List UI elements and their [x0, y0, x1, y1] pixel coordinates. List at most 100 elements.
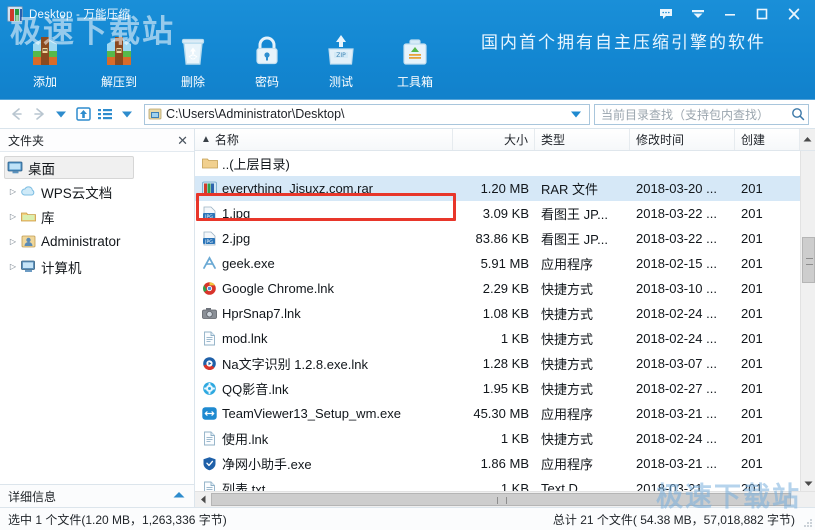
- trash-icon: [174, 30, 212, 72]
- horizontal-scrollbar[interactable]: [195, 491, 815, 507]
- view-dropdown-icon[interactable]: [116, 103, 138, 125]
- file-name-text: HprSnap7.lnk: [222, 306, 301, 321]
- search-box[interactable]: 当前目录查找（支持包内查找）: [594, 103, 809, 125]
- cell-name: 净网小助手.exe: [195, 454, 453, 473]
- file-name-text: ..(上层目录): [222, 157, 290, 172]
- column-header-name[interactable]: ▲ 名称: [195, 129, 453, 150]
- sidebar-item-library[interactable]: ▷ 库: [0, 204, 194, 229]
- resize-grip[interactable]: [803, 518, 813, 528]
- cell-size: 1.28 KB: [482, 356, 529, 371]
- chevron-right-icon[interactable]: ▷: [6, 187, 20, 196]
- arrow-right-icon[interactable]: [28, 103, 50, 125]
- column-header-type[interactable]: 类型: [535, 129, 630, 150]
- toolbar-button-password[interactable]: 密码: [230, 28, 304, 94]
- list-view-icon[interactable]: [94, 103, 116, 125]
- cell-name: Google Chrome.lnk: [195, 281, 453, 297]
- toolbar-button-extract[interactable]: 解压到: [82, 28, 156, 94]
- table-row[interactable]: HprSnap7.lnk 1.08 KB 快捷方式 2018-02-24 ... 201: [195, 301, 800, 326]
- table-row[interactable]: ..(上层目录): [195, 151, 800, 176]
- dropdown-icon[interactable]: [683, 2, 713, 26]
- user-icon: [20, 234, 37, 250]
- column-header-size[interactable]: 大小: [453, 129, 535, 150]
- scrollbar-track[interactable]: [800, 151, 815, 475]
- sidebar-item-desktop[interactable]: 桌面: [4, 156, 134, 179]
- chevron-right-icon[interactable]: ▷: [6, 237, 20, 246]
- address-dropdown-icon[interactable]: [566, 109, 586, 119]
- toolbar-button-test[interactable]: ZIP 测试: [304, 28, 378, 94]
- cell-size: 1.86 MB: [480, 456, 529, 471]
- table-row[interactable]: JPG 1.jpg 3.09 KB 看图王 JP... 2018-03-22 ... 20…: [195, 201, 800, 226]
- svg-text:JPG: JPG: [204, 213, 213, 219]
- details-panel-header[interactable]: 详细信息: [0, 484, 194, 507]
- rar-extract-icon: [99, 30, 139, 72]
- table-row[interactable]: 净网小助手.exe 1.86 MB 应用程序 2018-03-21 ... 201: [195, 451, 800, 476]
- column-header-modified[interactable]: 修改时间: [630, 129, 735, 150]
- scroll-up-icon[interactable]: [800, 129, 815, 150]
- chevron-up-icon[interactable]: [172, 487, 186, 505]
- search-icon[interactable]: [791, 107, 805, 121]
- maximize-icon[interactable]: [747, 2, 777, 26]
- toolbar-button-toolbox[interactable]: 工具箱: [378, 28, 452, 94]
- scroll-down-icon[interactable]: [800, 475, 815, 491]
- scroll-left-icon[interactable]: [195, 492, 211, 508]
- sidebar-item-administrator[interactable]: ▷ Administrator: [0, 229, 194, 254]
- table-row[interactable]: 列表.txt 1 KB Text D... 2018-03-21 ... 201: [195, 476, 800, 491]
- file-rows[interactable]: ..(上层目录) everything_Jisuxz.com.rar 1.20 MB…: [195, 151, 800, 491]
- window-title: Desktop - 万能压缩: [29, 9, 131, 21]
- scrollbar-thumb[interactable]: [801, 237, 815, 283]
- cell-created: 201: [741, 481, 763, 491]
- lock-icon: [248, 30, 286, 72]
- sidebar-item-label: 库: [41, 210, 55, 226]
- table-row[interactable]: Google Chrome.lnk 2.29 KB 快捷方式 2018-03-10 .…: [195, 276, 800, 301]
- table-row[interactable]: everything_Jisuxz.com.rar 1.20 MB RAR 文件 20…: [195, 176, 800, 201]
- cell-name: everything_Jisuxz.com.rar: [195, 181, 453, 197]
- address-bar[interactable]: C:\Users\Administrator\Desktop\: [144, 103, 590, 125]
- folder-tree: 桌面 ▷ WPS云文档 ▷ 库 ▷ Administrator ▷ 计算机: [0, 152, 194, 484]
- close-icon[interactable]: [779, 2, 809, 26]
- sidebar-close-icon[interactable]: ✕: [177, 134, 188, 147]
- cell-type: RAR 文件: [541, 182, 599, 197]
- chevron-right-icon[interactable]: ▷: [6, 212, 20, 221]
- toolbar-button-delete[interactable]: 删除: [156, 28, 230, 94]
- cell-created: 201: [741, 331, 763, 346]
- hscroll-track[interactable]: [211, 492, 815, 508]
- cell-size: 3.09 KB: [482, 206, 529, 221]
- cell-size: 1.20 MB: [480, 181, 529, 196]
- chevron-right-icon[interactable]: ▷: [6, 262, 20, 271]
- chevron-down-icon[interactable]: [50, 103, 72, 125]
- minimize-icon[interactable]: [715, 2, 745, 26]
- hscroll-thumb[interactable]: [211, 492, 791, 506]
- sidebar-item-label: Administrator: [41, 234, 121, 249]
- zip-test-icon: ZIP: [322, 30, 360, 72]
- cell-size: 1.08 KB: [482, 306, 529, 321]
- toolbar-label: 密码: [254, 75, 279, 89]
- table-row[interactable]: JPG 2.jpg 83.86 KB 看图王 JP... 2018-03-22 ... 2…: [195, 226, 800, 251]
- table-row[interactable]: QQ影音.lnk 1.95 KB 快捷方式 2018-02-27 ... 201: [195, 376, 800, 401]
- sidebar-item-wps-cloud[interactable]: ▷ WPS云文档: [0, 179, 194, 204]
- folder-sidebar: 文件夹 ✕ 桌面 ▷ WPS云文档 ▷ 库 ▷ Administrator ▷ …: [0, 129, 195, 507]
- cell-type: 看图王 JP...: [541, 232, 608, 247]
- table-row[interactable]: TeamViewer13_Setup_wm.exe 45.30 MB 应用程序 201…: [195, 401, 800, 426]
- file-name-text: 2.jpg: [222, 231, 251, 246]
- column-header-created[interactable]: 创建: [735, 129, 800, 150]
- feedback-icon[interactable]: [651, 2, 681, 26]
- cell-created: 201: [741, 406, 763, 421]
- cell-name: QQ影音.lnk: [195, 379, 453, 398]
- cell-modified: 2018-02-27 ...: [636, 381, 717, 396]
- table-row[interactable]: mod.lnk 1 KB 快捷方式 2018-02-24 ... 201: [195, 326, 800, 351]
- toolbar-button-add[interactable]: 添加: [8, 28, 82, 94]
- file-name-text: QQ影音.lnk: [222, 382, 289, 397]
- sidebar-item-label: 桌面: [28, 161, 55, 177]
- table-row[interactable]: 使用.lnk 1 KB 快捷方式 2018-02-24 ... 201: [195, 426, 800, 451]
- cell-modified: 2018-03-22 ...: [636, 206, 717, 221]
- chrome-icon: [201, 281, 218, 297]
- up-folder-icon[interactable]: [72, 103, 94, 125]
- table-row[interactable]: Na文字识别 1.2.8.exe.lnk 1.28 KB 快捷方式 2018-03-0…: [195, 351, 800, 376]
- wanneng-compress-window: Desktop - 万能压缩 添加 解压到 删除 密码 ZIP 测试 工具箱 国…: [0, 0, 815, 530]
- table-row[interactable]: geek.exe 5.91 MB 应用程序 2018-02-15 ... 201: [195, 251, 800, 276]
- search-input[interactable]: 当前目录查找（支持包内查找）: [601, 106, 791, 123]
- cell-modified: 2018-03-20 ...: [636, 181, 717, 196]
- sidebar-item-computer[interactable]: ▷ 计算机: [0, 254, 194, 279]
- arrow-left-icon[interactable]: [6, 103, 28, 125]
- vertical-scrollbar[interactable]: [800, 151, 815, 491]
